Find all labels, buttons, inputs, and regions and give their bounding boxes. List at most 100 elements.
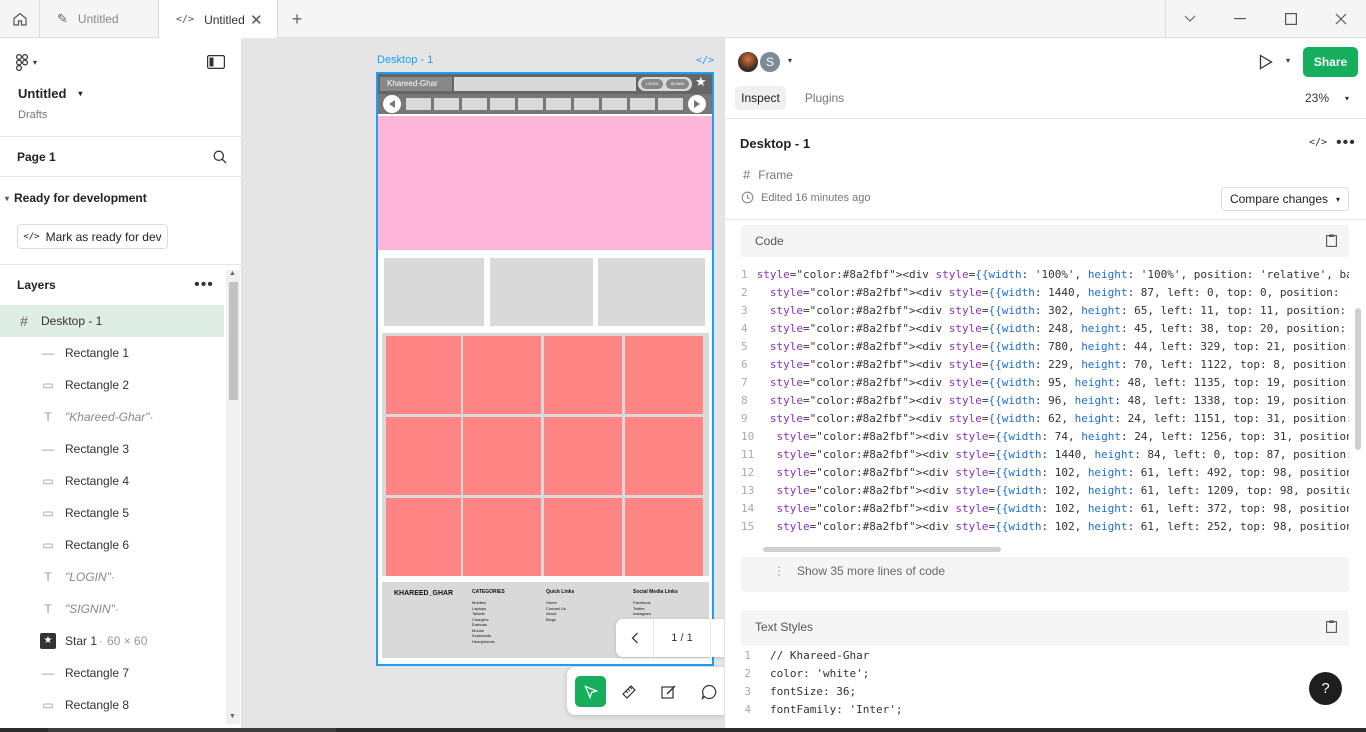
layer-item[interactable]: T "SIGNIN"· bbox=[0, 593, 224, 625]
tab-label: Untitled bbox=[204, 12, 245, 27]
chevron-down-icon[interactable]: ▾ bbox=[1286, 56, 1290, 65]
rect-icon: ▭ bbox=[42, 506, 54, 520]
code-text: style="color:#8a2fbf"><div style={{width… bbox=[776, 465, 1350, 479]
page-name[interactable]: Page 1 bbox=[17, 150, 56, 164]
layers-scrollbar-track[interactable]: ▲ ▼ bbox=[226, 270, 240, 724]
frame-label[interactable]: Desktop - 1 bbox=[377, 54, 433, 66]
minimize-button[interactable] bbox=[1228, 10, 1252, 28]
scroll-up-icon[interactable]: ▲ bbox=[229, 270, 236, 277]
tab-file-2[interactable]: </> Untitled ✕ bbox=[159, 0, 278, 39]
site-nav-item bbox=[434, 98, 459, 110]
layer-item[interactable]: ▭ Rectangle 4 bbox=[0, 465, 224, 497]
canvas[interactable]: Desktop - 1 </> Khareed-Ghar LOGIN SIGNI… bbox=[243, 38, 799, 732]
maximize-button[interactable] bbox=[1279, 10, 1303, 28]
divider bbox=[0, 176, 241, 177]
prev-frame-button[interactable] bbox=[616, 619, 654, 657]
home-button[interactable] bbox=[0, 0, 40, 38]
line-number: 13 bbox=[741, 483, 755, 497]
zoom-control[interactable]: 23% ▾ bbox=[1305, 91, 1349, 105]
share-button[interactable]: Share bbox=[1303, 47, 1358, 77]
site-card-3 bbox=[598, 258, 705, 326]
layer-item[interactable]: T "LOGIN"· bbox=[0, 561, 224, 593]
file-location[interactable]: Drafts bbox=[18, 109, 47, 121]
layer-item[interactable]: — Rectangle 3 bbox=[0, 433, 224, 465]
layer-item[interactable]: ★ Star 1 · 60 × 60 bbox=[0, 625, 224, 657]
text-style-line: 3 fontSize: 36; bbox=[741, 682, 1349, 700]
present-button[interactable] bbox=[1257, 53, 1275, 71]
site-nav-item bbox=[630, 98, 655, 110]
site-product-grid bbox=[382, 333, 709, 576]
chevron-down-icon: ▾ bbox=[33, 57, 38, 67]
right-panel-scrollbar[interactable] bbox=[1355, 308, 1361, 450]
line-number: 15 bbox=[741, 519, 755, 533]
site-hero bbox=[378, 116, 712, 250]
footer-social-links: FacebookTwitterInstagramWhatsapp bbox=[633, 600, 651, 618]
avatar-s[interactable]: S bbox=[758, 50, 782, 74]
chevron-down-icon[interactable]: ▾ bbox=[788, 56, 792, 65]
help-icon: ? bbox=[1321, 680, 1330, 697]
copy-text-styles-button[interactable] bbox=[1326, 620, 1337, 636]
mark-ready-button[interactable]: </> Mark as ready for dev bbox=[17, 224, 168, 249]
site-nav-item bbox=[518, 98, 543, 110]
show-more-label: Show 35 more lines of code bbox=[797, 564, 946, 578]
layer-item[interactable]: ▭ Rectangle 5 bbox=[0, 497, 224, 529]
measure-tool-button[interactable] bbox=[617, 680, 641, 704]
close-tab-icon[interactable]: ✕ bbox=[250, 11, 263, 29]
tab-plugins[interactable]: Plugins bbox=[796, 86, 853, 110]
site-product-tile bbox=[625, 336, 703, 414]
text-styles-body[interactable]: 1 // Khareed-Ghar 2 color: 'white'; 3 fontSiz… bbox=[741, 646, 1349, 732]
toggle-sidebar-button[interactable] bbox=[206, 54, 226, 70]
layer-item[interactable]: ▭ Rectangle 2 bbox=[0, 369, 224, 401]
dev-section-label: Ready for development bbox=[14, 191, 147, 205]
figma-logo-icon bbox=[16, 53, 28, 71]
site-search-bar bbox=[454, 77, 636, 91]
layers-more-button[interactable]: ••• bbox=[193, 276, 215, 293]
copy-code-button[interactable] bbox=[1326, 234, 1337, 250]
comment-tool-button[interactable] bbox=[697, 680, 721, 704]
site-product-tile bbox=[544, 498, 622, 576]
search-button[interactable] bbox=[211, 149, 229, 165]
layer-item[interactable]: ▭ Rectangle 6 bbox=[0, 529, 224, 561]
text-styles-panel: Text Styles 1 // Khareed-Ghar 2 color: 'whi… bbox=[741, 610, 1349, 732]
site-product-tile bbox=[544, 417, 622, 495]
layer-label: Desktop - 1 bbox=[41, 314, 103, 328]
code-text: style="color:#8a2fbf"><div style={{width… bbox=[769, 285, 1349, 299]
left-panel: ▾ Untitled ▾ Drafts Page 1 ▾ Ready for d… bbox=[0, 38, 242, 732]
code-scrollbar[interactable] bbox=[763, 547, 1001, 552]
code-text: style="color:#8a2fbf"><div style={{width… bbox=[776, 501, 1350, 515]
close-window-button[interactable] bbox=[1329, 10, 1353, 28]
tab-inspect[interactable]: Inspect bbox=[735, 86, 786, 110]
main-menu-button[interactable]: ▾ bbox=[16, 52, 48, 72]
help-button[interactable]: ? bbox=[1309, 672, 1342, 705]
layer-item[interactable]: — Rectangle 1 bbox=[0, 337, 224, 369]
code-body[interactable]: 1 style="color:#8a2fbf"><div style={{widt… bbox=[741, 257, 1349, 557]
desktop-frame[interactable]: Khareed-Ghar LOGIN SIGNIN ★ KHAREED_GHAR… bbox=[376, 72, 714, 666]
more-icon[interactable]: ••• bbox=[1336, 134, 1356, 152]
layer-item[interactable]: # Desktop - 1 bbox=[0, 305, 224, 337]
annotate-tool-button[interactable] bbox=[657, 680, 681, 704]
avatar[interactable] bbox=[736, 50, 760, 74]
text-style-line: 1 // Khareed-Ghar bbox=[741, 646, 1349, 664]
close-icon bbox=[1335, 13, 1347, 25]
tab-file-1[interactable]: ✎ Untitled bbox=[40, 0, 159, 38]
text-icon: T bbox=[44, 602, 52, 616]
layer-item[interactable]: ▭ Rectangle 8 bbox=[0, 689, 224, 721]
compare-changes-button[interactable]: Compare changes ▾ bbox=[1221, 187, 1349, 211]
tabs-menu-button[interactable] bbox=[1180, 10, 1200, 28]
scroll-down-icon[interactable]: ▼ bbox=[229, 713, 236, 720]
dev-section-header[interactable]: ▾ Ready for development bbox=[5, 191, 147, 205]
line-number: 4 bbox=[744, 702, 751, 716]
file-name[interactable]: Untitled ▾ bbox=[18, 86, 82, 101]
code-line: 6 style="color:#8a2fbf"><div style={{wid… bbox=[741, 355, 1349, 373]
layer-item[interactable]: — Rectangle 7 bbox=[0, 657, 224, 689]
frame-code-icon[interactable]: </> bbox=[696, 55, 714, 66]
layers-scrollbar-thumb[interactable] bbox=[229, 282, 238, 400]
layer-label: Rectangle 5 bbox=[65, 506, 130, 520]
text-style-line: 4 fontFamily: 'Inter'; bbox=[741, 700, 1349, 718]
layer-item[interactable]: T "Khareed-Ghar"· bbox=[0, 401, 224, 433]
new-tab-button[interactable]: + bbox=[286, 9, 308, 29]
show-more-lines[interactable]: ⋮ Show 35 more lines of code bbox=[773, 564, 945, 578]
site-signin: SIGNIN bbox=[666, 79, 689, 89]
code-icon[interactable]: </> bbox=[1309, 137, 1327, 148]
move-tool-button[interactable] bbox=[575, 676, 606, 707]
